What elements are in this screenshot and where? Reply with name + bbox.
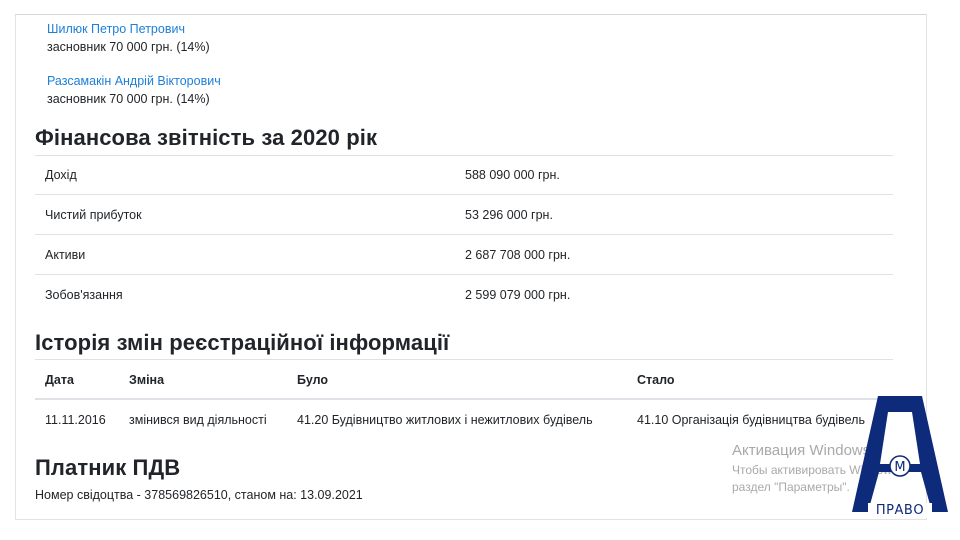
table-divider: [35, 274, 893, 275]
founder-item: Шилюк Петро Петрович засновник 70 000 гр…: [47, 20, 210, 56]
history-change: змінився вид діяльності: [129, 413, 267, 427]
logo-text: ПРАВО: [868, 503, 932, 518]
founder-link[interactable]: Шилюк Петро Петрович: [47, 20, 210, 38]
table-divider: [35, 194, 893, 195]
column-header-change: Зміна: [129, 373, 165, 387]
history-became: 41.10 Організація будівництва будівель: [637, 413, 865, 427]
financial-label: Чистий прибуток: [45, 208, 142, 222]
founder-link[interactable]: Разсамакін Андрій Вікторович: [47, 72, 221, 90]
table-divider: [35, 359, 893, 360]
financial-label: Зобов'язання: [45, 288, 123, 302]
logo-mark: M: [894, 460, 905, 475]
financial-value: 2 687 708 000 грн.: [465, 248, 571, 262]
column-header-became: Стало: [637, 373, 675, 387]
column-header-date: Дата: [45, 373, 74, 387]
financial-value: 588 090 000 грн.: [465, 168, 560, 182]
table-divider: [35, 155, 893, 156]
founder-share: засновник 70 000 грн. (14%): [47, 92, 210, 106]
windows-activation-line: раздел "Параметры".: [732, 480, 850, 494]
vat-section-title: Платник ПДВ: [35, 455, 181, 480]
column-header-was: Було: [297, 373, 329, 387]
history-was: 41.20 Будівництво житлових і нежитлових …: [297, 413, 593, 427]
financial-section-title: Фінансова звітність за 2020 рік: [35, 125, 378, 150]
financial-label: Активи: [45, 248, 86, 262]
table-header-divider: [35, 398, 893, 400]
financial-value: 2 599 079 000 грн.: [465, 288, 571, 302]
financial-value: 53 296 000 грн.: [465, 208, 553, 222]
founder-share: засновник 70 000 грн. (14%): [47, 40, 210, 54]
vat-certificate-text: Номер свідоцтва - 378569826510, станом н…: [35, 488, 363, 502]
history-section-title: Історія змін реєстраційної інформації: [35, 330, 450, 355]
windows-activation-title: Активация Windows: [732, 442, 871, 459]
history-date: 11.11.2016: [45, 413, 106, 427]
financial-label: Дохід: [45, 168, 77, 182]
pravo-logo-icon: M: [852, 396, 948, 512]
founder-item: Разсамакін Андрій Вікторович засновник 7…: [47, 72, 221, 108]
table-divider: [35, 234, 893, 235]
